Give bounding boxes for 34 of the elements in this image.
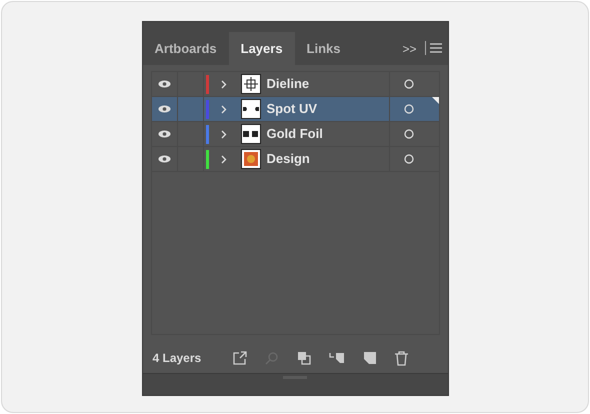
- layer-name: Dieline: [266, 75, 310, 94]
- selection-corner-icon: [432, 97, 438, 104]
- export-icon[interactable]: [233, 351, 248, 365]
- layer-count: 4 Layers: [152, 350, 202, 367]
- panel-tab[interactable]: Layers: [228, 32, 295, 65]
- chevron-right-icon[interactable]: [220, 130, 226, 138]
- layer-name: Gold Foil: [266, 125, 324, 144]
- layer-row[interactable]: Gold Foil: [152, 122, 438, 147]
- layer-thumbnail-icon: [240, 149, 260, 169]
- chevron-right-icon[interactable]: [220, 80, 226, 88]
- target-circle-icon[interactable]: [404, 129, 414, 139]
- layer-row[interactable]: Design: [152, 147, 438, 172]
- layer-thumbnail-icon: [240, 124, 260, 144]
- layer-name: Spot UV: [266, 100, 318, 118]
- clipping-mask-icon[interactable]: [297, 351, 312, 365]
- layer-thumbnail-icon: [240, 74, 260, 94]
- layer-thumbnail-icon: [240, 99, 260, 119]
- new-layer-icon[interactable]: [363, 351, 378, 365]
- layer-name: Design: [266, 150, 311, 168]
- target-circle-icon[interactable]: [404, 104, 414, 114]
- new-sublayer-icon[interactable]: [329, 351, 346, 365]
- target-circle-icon[interactable]: [404, 79, 414, 89]
- eye-icon[interactable]: [158, 155, 170, 163]
- trash-icon[interactable]: [395, 350, 408, 366]
- target-circle-icon[interactable]: [404, 154, 414, 164]
- chevron-right-icon[interactable]: [220, 104, 226, 114]
- overflow-button[interactable]: >>: [398, 32, 420, 65]
- menu-icon[interactable]: [430, 43, 442, 53]
- eye-icon[interactable]: [158, 130, 170, 138]
- eye-icon[interactable]: [158, 80, 170, 88]
- chevron-right-icon[interactable]: [220, 154, 226, 164]
- layer-row[interactable]: Dieline: [152, 72, 438, 97]
- layer-row[interactable]: Spot UV: [152, 97, 438, 122]
- eye-icon[interactable]: [158, 105, 170, 113]
